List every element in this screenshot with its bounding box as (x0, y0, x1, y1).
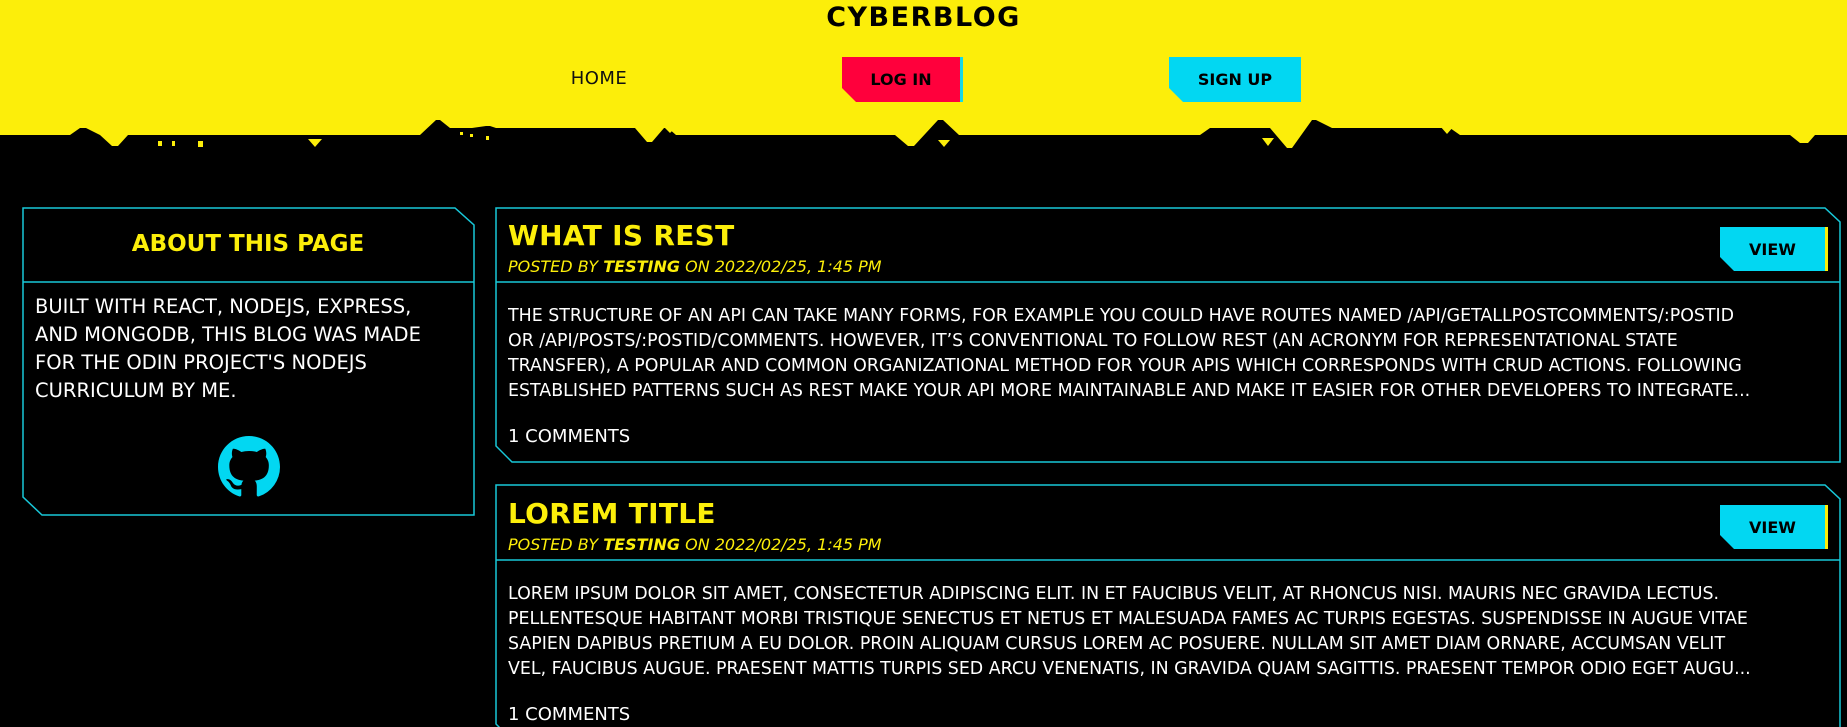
post-title[interactable]: LOREM TITLE (508, 497, 716, 531)
post-comments-count[interactable]: 1 COMMENTS (508, 703, 630, 727)
post-excerpt-line: VEL, FAUCIBUS AUGUE. PRAESENT MATTIS TUR… (508, 659, 1751, 679)
post-excerpt-line: PELLENTESQUE HABITANT MORBI TRISTIQUE SE… (508, 609, 1748, 629)
post-author[interactable]: TESTING (603, 535, 680, 554)
post-excerpt: LOREM IPSUM DOLOR SIT AMET, CONSECTETUR … (508, 582, 1828, 682)
view-post-button[interactable]: VIEW (1720, 505, 1828, 549)
post-meta: POSTED BY TESTING ON 2022/02/25, 1:45 PM (508, 535, 882, 555)
post-date: ON 2022/02/25, 1:45 PM (680, 535, 882, 554)
post-meta-prefix: POSTED BY (508, 535, 604, 554)
post-excerpt-line: SAPIEN DAPIBUS PRETIUM A EU DOLOR. PROIN… (508, 634, 1726, 654)
post-excerpt-line: LOREM IPSUM DOLOR SIT AMET, CONSECTETUR … (508, 584, 1720, 604)
